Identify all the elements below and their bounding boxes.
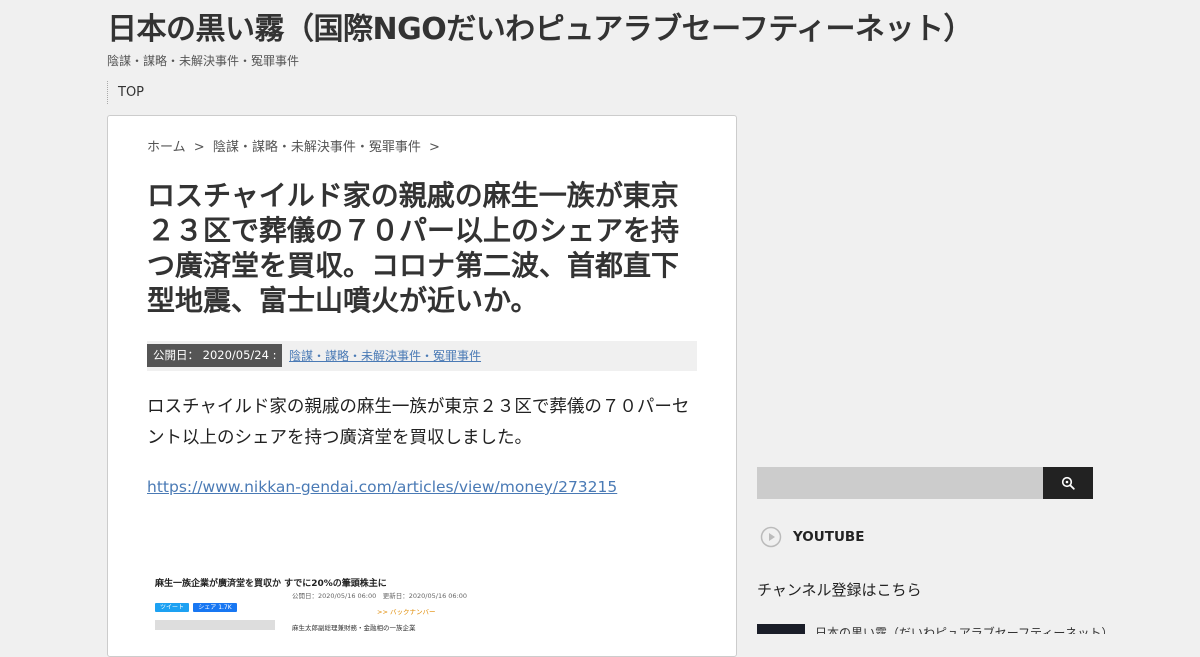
embedded-tweet-button: ツイート: [155, 603, 189, 612]
site-description: 陰謀・謀略・未解決事件・冤罪事件: [107, 54, 300, 68]
publish-date-badge: 公開日： 2020/05/24 :: [147, 344, 283, 367]
search-icon: [1061, 476, 1075, 490]
sidebar-ad-space: [757, 115, 1093, 455]
post-body-text: ロスチャイルド家の親戚の麻生一族が東京２３区で葬儀の７０パーセント以上のシェアを…: [147, 397, 690, 448]
embedded-article-screenshot: 麻生一族企業が廣済堂を買収か すでに20%の筆頭株主に 公開日：2020/05/…: [147, 568, 467, 648]
post-title: ロスチャイルド家の親戚の麻生一族が東京２３区で葬儀の７０パー以上のシェアを持つ廣…: [147, 179, 680, 317]
main-article-card: ホーム > 陰謀・謀略・未解決事件・冤罪事件 > ロスチャイルド家の親戚の麻生一…: [107, 115, 737, 657]
breadcrumb-category-link[interactable]: 陰謀・謀略・未解決事件・冤罪事件: [213, 140, 421, 155]
publish-date-label: 公開日：: [153, 348, 199, 362]
site-title[interactable]: 日本の黒い霧（国際NGOだいわピュアラブセーフティーネット）: [107, 4, 974, 48]
channel-subscribe-text: チャンネル登録はこちら: [757, 581, 922, 599]
article-source-link[interactable]: https://www.nikkan-gendai.com/articles/v…: [147, 478, 617, 496]
publish-date: 2020/05/24 :: [202, 348, 277, 362]
breadcrumb-home-link[interactable]: ホーム: [147, 140, 186, 155]
play-circle-icon: [760, 526, 782, 548]
embedded-caption: 麻生太郎副総理兼財務・金融相の一族企業: [292, 624, 416, 632]
post-meta: 公開日： 2020/05/24 : 陰謀・謀略・未解決事件・冤罪事件: [147, 341, 697, 371]
embedded-image-block: [155, 620, 275, 630]
breadcrumb: ホーム > 陰謀・謀略・未解決事件・冤罪事件 >: [147, 136, 444, 155]
embedded-share-button: シェア 1.7K: [193, 603, 237, 612]
global-nav: TOP: [107, 81, 144, 104]
search-input[interactable]: [757, 467, 1043, 499]
breadcrumb-separator: >: [193, 140, 205, 155]
embedded-back-number: >> バックナンバー: [377, 608, 436, 616]
post-category-link[interactable]: 陰謀・謀略・未解決事件・冤罪事件: [289, 341, 481, 371]
embedded-headline: 麻生一族企業が廣済堂を買収か すでに20%の筆頭株主に: [155, 579, 387, 589]
youtube-heading-label: YOUTUBE: [793, 529, 865, 545]
youtube-video-item[interactable]: 日本の黒い霧（だいわピュアラブセーフティーネット）: [757, 624, 1107, 634]
nav-item-top[interactable]: TOP: [118, 85, 144, 100]
search-button[interactable]: [1043, 467, 1093, 499]
video-thumbnail[interactable]: [757, 624, 805, 634]
youtube-widget-heading: YOUTUBE: [760, 525, 864, 549]
embedded-published: 公開日：2020/05/16 06:00 更新日：2020/05/16 06:0…: [292, 592, 468, 600]
video-title[interactable]: 日本の黒い霧（だいわピュアラブセーフティーネット）: [815, 624, 1107, 634]
breadcrumb-separator: >: [428, 140, 440, 155]
